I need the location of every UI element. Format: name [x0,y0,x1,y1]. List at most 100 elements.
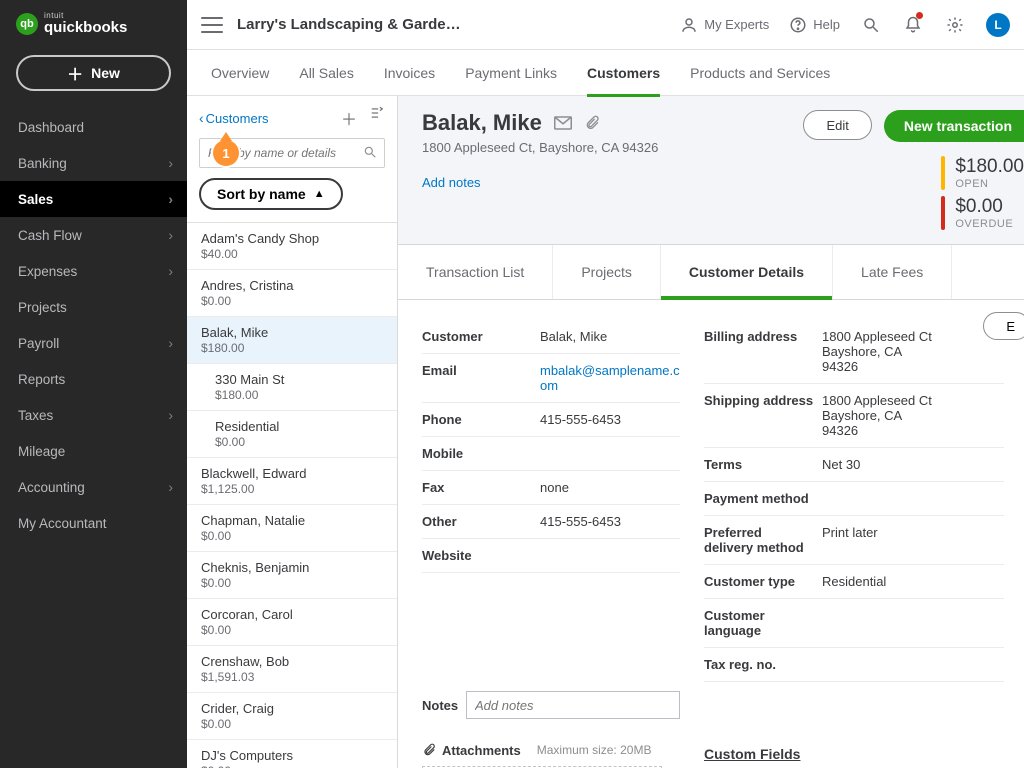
detail-row: Shipping address 1800 Appleseed Ct Baysho… [704,384,1004,448]
nav-item-banking[interactable]: Banking› [0,145,187,181]
brand-logo-icon: qb [16,13,38,35]
nav-item-payroll[interactable]: Payroll› [0,325,187,361]
subtab-all-sales[interactable]: All Sales [299,50,353,96]
customer-title: Balak, Mike [422,110,542,136]
detail-row: Preferred delivery methodPrint later [704,516,1004,565]
search-icon [862,16,880,34]
customer-list-item[interactable]: Residential$0.00 [187,411,397,458]
subtab-overview[interactable]: Overview [211,50,269,96]
nav-item-label: Accounting [18,480,85,495]
subtab-customers[interactable]: Customers [587,50,660,96]
customer-list-item[interactable]: Balak, Mike$180.00 [187,317,397,364]
customer-amount: $0.00 [201,529,383,543]
customer-amount: $0.00 [201,764,383,768]
nav-item-sales[interactable]: Sales› [0,181,187,217]
new-transaction-button[interactable]: New transaction [884,110,1024,142]
nav-item-dashboard[interactable]: Dashboard [0,109,187,145]
notes-label: Notes [422,698,460,713]
customer-list-item[interactable]: Corcoran, Carol$0.00 [187,599,397,646]
new-button[interactable]: ＋ New [16,55,171,91]
detail-row-label: Terms [704,457,814,472]
list-settings-icon[interactable] [369,106,385,130]
hamburger-icon[interactable] [201,17,223,33]
attachments-label: Attachments [422,742,521,758]
add-notes-link[interactable]: Add notes [422,175,658,190]
detail-row: Website [422,539,680,573]
nav-item-taxes[interactable]: Taxes› [0,397,187,433]
custom-fields-link[interactable]: Custom Fields [704,746,1004,762]
nav-item-expenses[interactable]: Expenses› [0,253,187,289]
help-button[interactable]: Help [789,14,840,36]
top-bar: Larry's Landscaping & Garde… My Experts … [187,0,1024,50]
detail-row-label: Billing address [704,329,814,344]
chevron-right-icon: › [168,479,173,495]
customer-name: Crenshaw, Bob [201,654,383,669]
sales-subtabs: Overview All Sales Invoices Payment Links Cu… [187,50,1024,96]
email-icon[interactable] [554,116,572,130]
detail-tab-late-fees[interactable]: Late Fees [833,245,952,299]
customer-list-item[interactable]: Andres, Cristina$0.00 [187,270,397,317]
customer-list-panel: ‹ Customers ＋ [187,96,398,768]
customer-name: Chapman, Natalie [201,513,383,528]
detail-row-value[interactable]: mbalak@samplename.com [540,363,680,393]
customer-amount: $0.00 [201,294,383,308]
customer-list-item[interactable]: DJ's Computers$0.00 [187,740,397,768]
subtab-invoices[interactable]: Invoices [384,50,435,96]
customer-name: Residential [215,419,383,434]
detail-row-value: 1800 Appleseed Ct Bayshore, CA 94326 [822,393,932,438]
customer-list-item[interactable]: Chapman, Natalie$0.00 [187,505,397,552]
notifications-button[interactable] [902,14,924,36]
overdue-amount: $0.00 [955,196,1013,218]
nav-item-reports[interactable]: Reports [0,361,187,397]
sort-button[interactable]: Sort by name ▲ [199,178,343,210]
paperclip-icon [422,742,436,758]
nav-item-accounting[interactable]: Accounting › [0,469,187,505]
detail-tab-projects[interactable]: Projects [553,245,661,299]
nav-item-label: Expenses [18,264,77,279]
nav-item-my-accountant[interactable]: My Accountant [0,505,187,541]
customer-list-item[interactable]: Adam's Candy Shop$40.00 [187,223,397,270]
detail-row-label: Fax [422,480,532,495]
back-to-customers-link[interactable]: ‹ Customers [199,110,269,126]
detail-row-label: Customer language [704,608,814,638]
detail-row-value: 415-555-6453 [540,514,621,529]
edit-details-button[interactable]: E [983,312,1024,340]
detail-row-label: Phone [422,412,532,427]
edit-button[interactable]: Edit [803,110,871,140]
open-balance: $180.00 OPEN [941,156,1024,190]
detail-row: TermsNet 30 [704,448,1004,482]
company-name[interactable]: Larry's Landscaping & Garde… [237,16,461,33]
attachment-icon[interactable] [584,115,600,131]
add-customer-icon[interactable]: ＋ [341,106,357,130]
subtab-payment-links[interactable]: Payment Links [465,50,557,96]
my-experts-button[interactable]: My Experts [680,14,769,36]
my-experts-label: My Experts [704,17,769,32]
search-icon[interactable] [363,145,377,159]
detail-tab-transaction-list[interactable]: Transaction List [398,245,553,299]
customer-list-item[interactable]: 330 Main St$180.00 [187,364,397,411]
nav-item-label: Taxes [18,408,53,423]
detail-row-label: Other [422,514,532,529]
detail-row-label: Shipping address [704,393,814,408]
chevron-right-icon: › [168,335,173,351]
subtab-products-and-services[interactable]: Products and Services [690,50,830,96]
detail-tab-customer-details[interactable]: Customer Details [661,245,833,299]
person-icon [680,16,698,34]
customer-list-item[interactable]: Blackwell, Edward$1,125.00 [187,458,397,505]
nav-item-mileage[interactable]: Mileage [0,433,187,469]
detail-row: Emailmbalak@samplename.com [422,354,680,403]
detail-row-label: Preferred delivery method [704,525,814,555]
customer-list-item[interactable]: Crider, Craig$0.00 [187,693,397,740]
customer-list-scroll[interactable]: Adam's Candy Shop$40.00Andres, Cristina$… [187,222,397,768]
settings-button[interactable] [944,14,966,36]
customer-list-item[interactable]: Crenshaw, Bob$1,591.03 [187,646,397,693]
nav-item-cash-flow[interactable]: Cash Flow› [0,217,187,253]
notes-input[interactable] [466,691,680,719]
nav-item-projects[interactable]: Projects [0,289,187,325]
user-avatar[interactable]: L [986,13,1010,37]
search-button[interactable] [860,14,882,36]
new-button-label: New [91,65,120,81]
detail-row-label: Customer type [704,574,814,589]
customer-list-item[interactable]: Cheknis, Benjamin$0.00 [187,552,397,599]
open-amount: $180.00 [955,156,1024,178]
